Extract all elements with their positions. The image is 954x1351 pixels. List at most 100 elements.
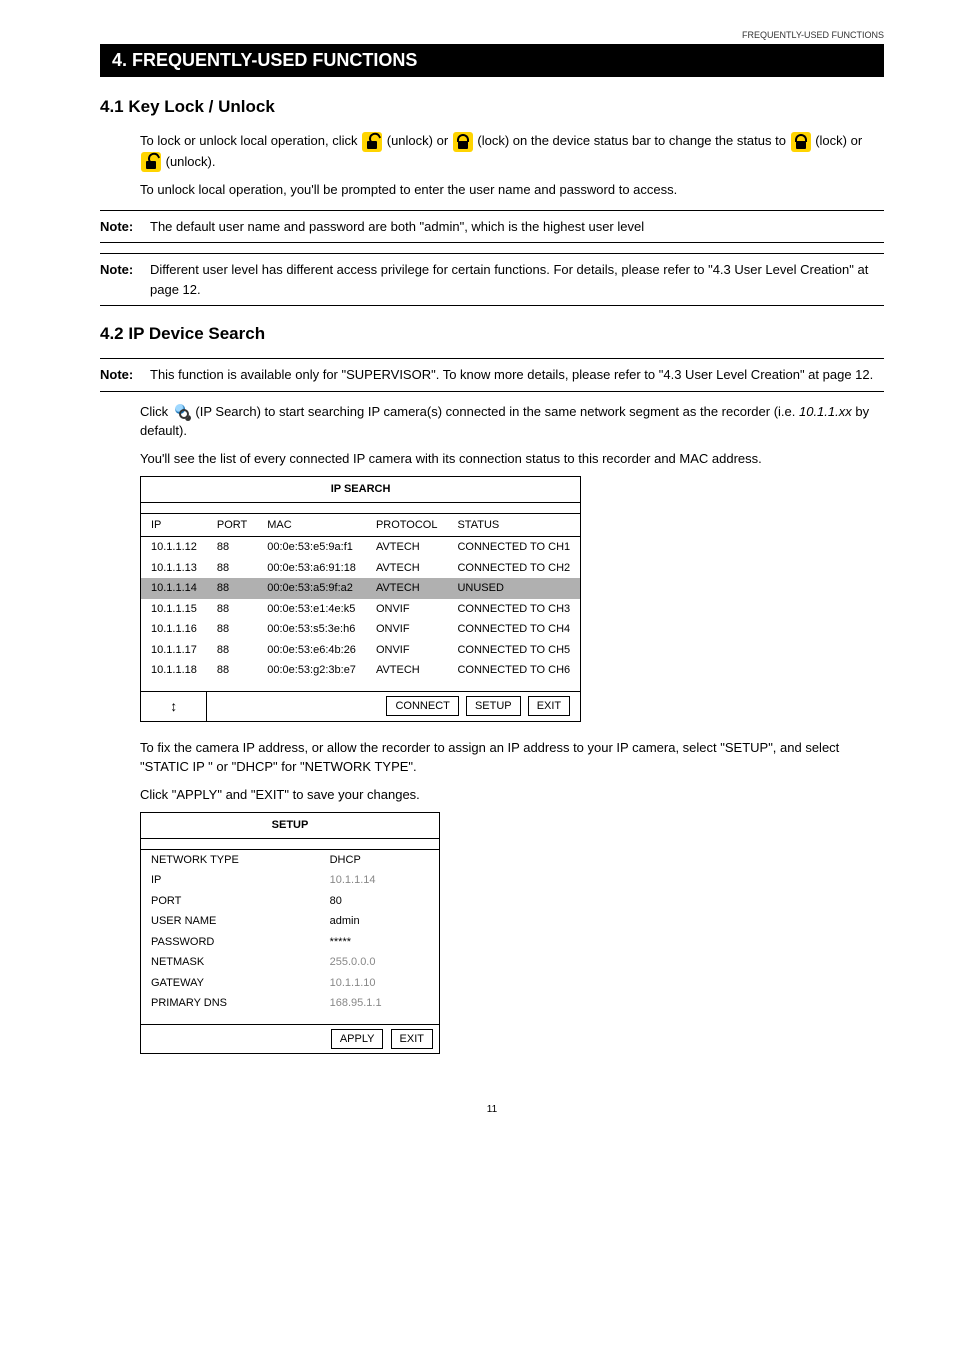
cell-port: 88 — [207, 640, 257, 661]
col-port: PORT — [207, 513, 257, 537]
cell-ip: 10.1.1.18 — [141, 660, 207, 681]
running-head: FREQUENTLY-USED FUNCTIONS — [100, 30, 884, 40]
lock-icon — [791, 132, 811, 152]
col-ip: IP — [141, 513, 207, 537]
setup-row: NETMASK255.0.0.0 — [141, 952, 440, 973]
setup-value: admin — [320, 911, 440, 932]
col-status: STATUS — [447, 513, 580, 537]
section-4-2-para4: Click "APPLY" and "EXIT" to save your ch… — [140, 785, 884, 805]
cell-mac: 00:0e:53:s5:3e:h6 — [257, 619, 366, 640]
cell-ip: 10.1.1.12 — [141, 537, 207, 558]
setup-row: GATEWAY10.1.1.10 — [141, 973, 440, 994]
cell-ip: 10.1.1.15 — [141, 599, 207, 620]
setup-value: DHCP — [320, 849, 440, 870]
cell-protocol: AVTECH — [366, 660, 448, 681]
cell-status: CONNECTED TO CH1 — [447, 537, 580, 558]
note-block-2: Note: Different user level has different… — [100, 253, 884, 306]
exit-button[interactable]: EXIT — [391, 1029, 433, 1050]
table-row[interactable]: 10.1.1.158800:0e:53:e1:4e:k5ONVIFCONNECT… — [141, 599, 581, 620]
text: Click — [140, 404, 172, 419]
text: (lock) or — [815, 133, 862, 148]
cell-ip: 10.1.1.16 — [141, 619, 207, 640]
note-content: The default user name and password are b… — [150, 217, 884, 237]
cell-mac: 00:0e:53:g2:3b:e7 — [257, 660, 366, 681]
cell-protocol: AVTECH — [366, 558, 448, 579]
page-number: 11 — [100, 1104, 884, 1115]
cell-protocol: AVTECH — [366, 537, 448, 558]
text: (unlock). — [166, 154, 216, 169]
ip-search-title: IP SEARCH — [141, 477, 581, 503]
setup-value: 10.1.1.14 — [320, 870, 440, 891]
cell-status: CONNECTED TO CH6 — [447, 660, 580, 681]
cell-port: 88 — [207, 599, 257, 620]
note-content: This function is available only for "SUP… — [150, 365, 884, 385]
text: (unlock) or — [387, 133, 452, 148]
unlock-icon — [141, 152, 161, 172]
section-4-1-para2: To unlock local operation, you'll be pro… — [140, 180, 884, 200]
setup-label: IP — [141, 870, 320, 891]
cell-mac: 00:0e:53:e6:4b:26 — [257, 640, 366, 661]
unlock-icon — [362, 132, 382, 152]
setup-row: USER NAMEadmin — [141, 911, 440, 932]
setup-row: IP10.1.1.14 — [141, 870, 440, 891]
exit-button[interactable]: EXIT — [528, 696, 570, 717]
setup-label: NETMASK — [141, 952, 320, 973]
col-mac: MAC — [257, 513, 366, 537]
table-row[interactable]: 10.1.1.168800:0e:53:s5:3e:h6ONVIFCONNECT… — [141, 619, 581, 640]
setup-button[interactable]: SETUP — [466, 696, 521, 717]
text: To lock or unlock local operation, click — [140, 133, 361, 148]
cell-mac: 00:0e:53:a5:9f:a2 — [257, 578, 366, 599]
table-row[interactable]: 10.1.1.178800:0e:53:e6:4b:26ONVIFCONNECT… — [141, 640, 581, 661]
setup-label: PRIMARY DNS — [141, 993, 320, 1014]
setup-title: SETUP — [141, 813, 440, 839]
cell-port: 88 — [207, 537, 257, 558]
setup-value: 80 — [320, 891, 440, 912]
cell-port: 88 — [207, 619, 257, 640]
ip-search-table: IP SEARCH IP PORT MAC PROTOCOL STATUS 10… — [140, 476, 581, 722]
section-4-1-para1: To lock or unlock local operation, click… — [140, 131, 884, 172]
connect-button[interactable]: CONNECT — [386, 696, 458, 717]
apply-button[interactable]: APPLY — [331, 1029, 384, 1050]
cell-status: UNUSED — [447, 578, 580, 599]
cell-protocol: ONVIF — [366, 619, 448, 640]
setup-value: 168.95.1.1 — [320, 993, 440, 1014]
table-row[interactable]: 10.1.1.188800:0e:53:g2:3b:e7AVTECHCONNEC… — [141, 660, 581, 681]
text: (IP Search) to start searching IP camera… — [195, 404, 799, 419]
table-row[interactable]: 10.1.1.148800:0e:53:a5:9f:a2AVTECHUNUSED — [141, 578, 581, 599]
cell-ip: 10.1.1.13 — [141, 558, 207, 579]
setup-row: PRIMARY DNS168.95.1.1 — [141, 993, 440, 1014]
section-4-2-heading: 4.2 IP Device Search — [100, 324, 884, 344]
section-4-2-para3: To fix the camera IP address, or allow t… — [140, 738, 884, 777]
cell-protocol: ONVIF — [366, 599, 448, 620]
setup-label: USER NAME — [141, 911, 320, 932]
setup-table: SETUP NETWORK TYPEDHCPIP10.1.1.14PORT80U… — [140, 812, 440, 1054]
note-label: Note: — [100, 365, 150, 385]
cell-protocol: AVTECH — [366, 578, 448, 599]
table-row[interactable]: 10.1.1.138800:0e:53:a6:91:18AVTECHCONNEC… — [141, 558, 581, 579]
setup-value: ***** — [320, 932, 440, 953]
chapter-title-bar: 4. FREQUENTLY-USED FUNCTIONS — [100, 44, 884, 77]
ip-search-icon — [173, 403, 191, 421]
note-block-1: Note: The default user name and password… — [100, 210, 884, 244]
section-4-2-para1: Click (IP Search) to start searching IP … — [140, 402, 884, 441]
note-content: Different user level has different acces… — [150, 260, 884, 299]
setup-label: GATEWAY — [141, 973, 320, 994]
cell-ip: 10.1.1.14 — [141, 578, 207, 599]
setup-row: NETWORK TYPEDHCP — [141, 849, 440, 870]
setup-value: 255.0.0.0 — [320, 952, 440, 973]
setup-row: PORT80 — [141, 891, 440, 912]
table-row[interactable]: 10.1.1.128800:0e:53:e5:9a:f1AVTECHCONNEC… — [141, 537, 581, 558]
cell-status: CONNECTED TO CH3 — [447, 599, 580, 620]
section-4-2-para2: You'll see the list of every connected I… — [140, 449, 884, 469]
cell-status: CONNECTED TO CH5 — [447, 640, 580, 661]
setup-row: PASSWORD***** — [141, 932, 440, 953]
swap-icon-cell[interactable]: ↕ — [141, 691, 207, 721]
note-label: Note: — [100, 260, 150, 299]
text-italic: 10.1.1.xx — [799, 404, 852, 419]
cell-protocol: ONVIF — [366, 640, 448, 661]
cell-mac: 00:0e:53:a6:91:18 — [257, 558, 366, 579]
cell-mac: 00:0e:53:e5:9a:f1 — [257, 537, 366, 558]
setup-value: 10.1.1.10 — [320, 973, 440, 994]
lock-icon — [453, 132, 473, 152]
cell-mac: 00:0e:53:e1:4e:k5 — [257, 599, 366, 620]
